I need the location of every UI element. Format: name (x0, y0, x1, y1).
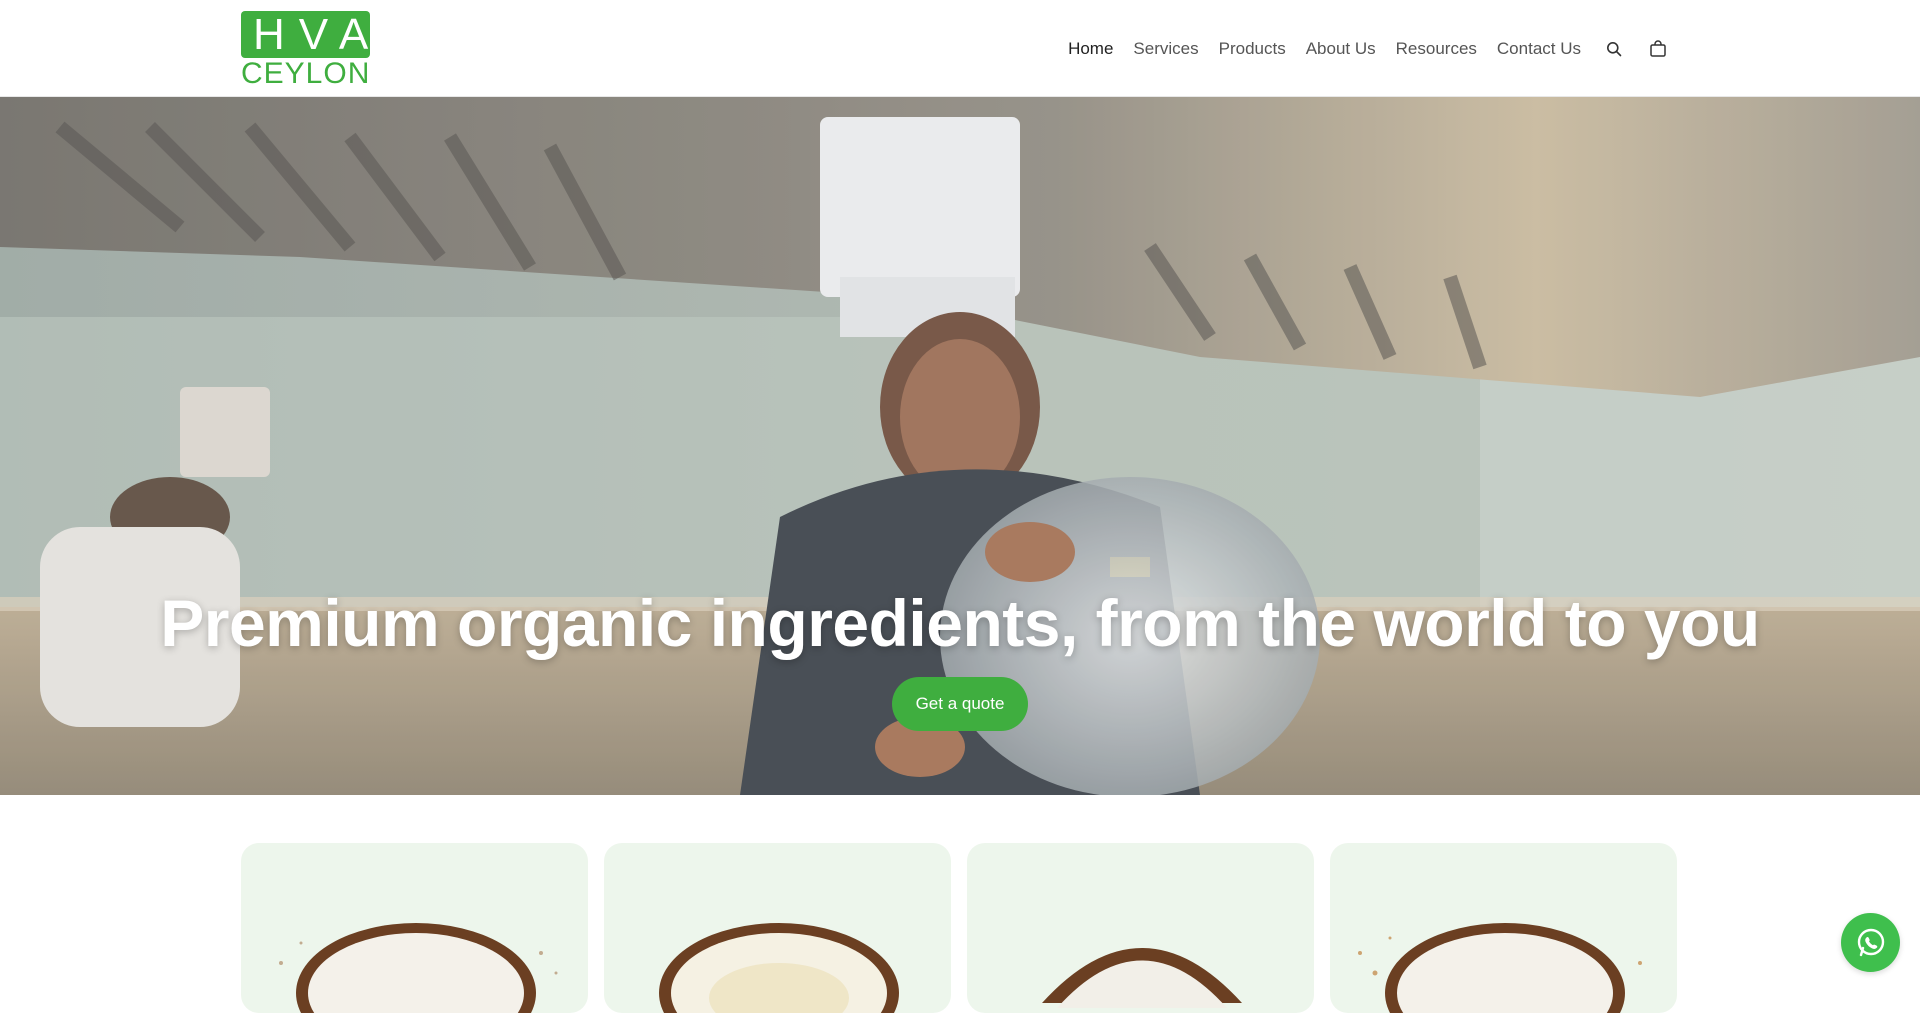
product-card[interactable] (241, 843, 588, 1013)
coconut-image (1358, 923, 1642, 1013)
nav-resources[interactable]: Resources (1396, 39, 1477, 59)
coconut-image (659, 923, 899, 1013)
hero-title: Premium organic ingredients, from the wo… (160, 586, 1760, 660)
nav-products[interactable]: Products (1219, 39, 1286, 59)
site-header: HVA CEYLON Home Services Products About … (0, 0, 1920, 97)
get-a-quote-button[interactable]: Get a quote (892, 677, 1028, 731)
logo-top-text: HVA (241, 11, 370, 58)
shopping-bag-icon[interactable] (1647, 38, 1669, 60)
nav-home[interactable]: Home (1068, 39, 1113, 59)
nav-services[interactable]: Services (1133, 39, 1198, 59)
product-card[interactable] (1330, 843, 1677, 1013)
hero-section: Premium organic ingredients, from the wo… (0, 97, 1920, 795)
logo-bottom-text: CEYLON (241, 57, 371, 90)
nav-about-us[interactable]: About Us (1306, 39, 1376, 59)
main-nav: Home Services Products About Us Resource… (1048, 0, 1669, 97)
product-card[interactable] (967, 843, 1314, 1013)
logo[interactable]: HVA CEYLON (241, 11, 371, 90)
coconut-image (1042, 948, 1242, 1008)
search-icon[interactable] (1603, 38, 1625, 60)
whatsapp-button[interactable] (1841, 913, 1900, 972)
coconut-image (279, 923, 558, 1013)
product-card[interactable] (604, 843, 951, 1013)
nav-contact-us[interactable]: Contact Us (1497, 39, 1581, 59)
product-cards (241, 843, 1679, 1013)
whatsapp-icon (1857, 928, 1884, 956)
